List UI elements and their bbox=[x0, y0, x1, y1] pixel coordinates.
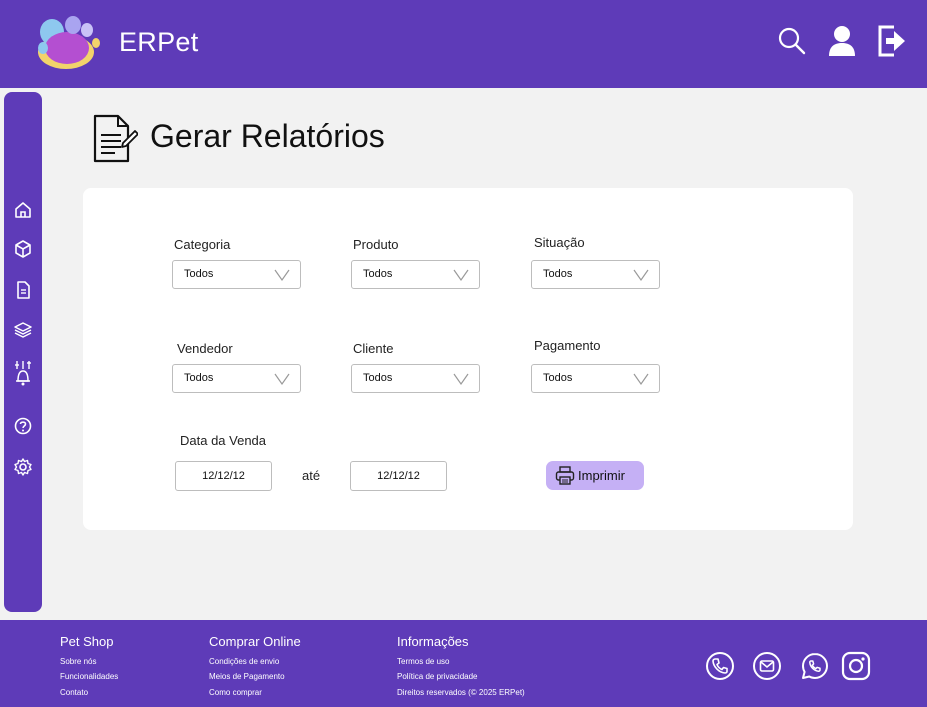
top-header: ERPet bbox=[0, 0, 927, 88]
logout-icon[interactable] bbox=[876, 24, 908, 58]
cliente-label: Cliente bbox=[353, 341, 394, 356]
print-button[interactable]: Imprimir bbox=[546, 461, 644, 490]
printer-icon bbox=[555, 466, 575, 485]
situacao-value: Todos bbox=[543, 268, 573, 280]
box-icon[interactable] bbox=[13, 239, 33, 259]
layers-icon[interactable] bbox=[13, 320, 33, 340]
pagamento-label: Pagamento bbox=[534, 338, 601, 353]
date-separator: até bbox=[302, 468, 321, 483]
page-title: Gerar Relatórios bbox=[150, 118, 385, 154]
footer-link-sobre[interactable]: Sobre nós bbox=[60, 657, 96, 666]
footer-link-privacidade[interactable]: Política de privacidade bbox=[397, 672, 478, 681]
brand-name: ERPet bbox=[119, 27, 199, 57]
footer-link-contato[interactable]: Contato bbox=[60, 688, 88, 697]
categoria-select[interactable]: Todos bbox=[172, 260, 301, 289]
data-venda-label: Data da Venda bbox=[180, 433, 267, 448]
home-icon[interactable] bbox=[13, 200, 33, 220]
produto-value: Todos bbox=[363, 268, 393, 280]
instagram-icon[interactable] bbox=[841, 651, 871, 681]
categoria-label: Categoria bbox=[174, 237, 231, 252]
date-from-input[interactable] bbox=[175, 461, 272, 491]
chevron-down-icon bbox=[633, 269, 649, 282]
categoria-value: Todos bbox=[184, 268, 214, 280]
vendedor-select[interactable]: Todos bbox=[172, 364, 301, 393]
pagamento-select[interactable]: Todos bbox=[531, 364, 660, 393]
erpet-logo[interactable] bbox=[32, 12, 104, 72]
settings-icon[interactable] bbox=[13, 457, 33, 477]
cliente-value: Todos bbox=[363, 372, 393, 384]
footer-copyright: Direitos reservados (© 2025 ERPet) bbox=[397, 688, 525, 697]
email-icon[interactable] bbox=[752, 651, 782, 681]
report-icon bbox=[90, 113, 139, 165]
chevron-down-icon bbox=[453, 373, 469, 386]
chevron-down-icon bbox=[633, 373, 649, 386]
bell-sliders-icon[interactable] bbox=[13, 360, 33, 386]
produto-select[interactable]: Todos bbox=[351, 260, 480, 289]
footer-link-condicoes[interactable]: Condições de envio bbox=[209, 657, 279, 666]
search-icon[interactable] bbox=[776, 24, 808, 58]
situacao-select[interactable]: Todos bbox=[531, 260, 660, 289]
footer-link-como-comprar[interactable]: Como comprar bbox=[209, 688, 262, 697]
whatsapp-icon[interactable] bbox=[800, 651, 830, 681]
user-icon[interactable] bbox=[826, 24, 858, 58]
footer-col-petshop-title: Pet Shop bbox=[60, 634, 114, 649]
footer-link-funcionalidades[interactable]: Funcionalidades bbox=[60, 672, 118, 681]
footer-col-info-title: Informações bbox=[397, 634, 469, 649]
chevron-down-icon bbox=[453, 269, 469, 282]
footer-link-pagamento[interactable]: Meios de Pagamento bbox=[209, 672, 285, 681]
pagamento-value: Todos bbox=[543, 372, 573, 384]
footer-link-termos[interactable]: Termos de uso bbox=[397, 657, 449, 666]
vendedor-value: Todos bbox=[184, 372, 214, 384]
phone-icon[interactable] bbox=[705, 651, 735, 681]
vendedor-label: Vendedor bbox=[177, 341, 233, 356]
sidebar bbox=[4, 92, 42, 612]
chevron-down-icon bbox=[274, 373, 290, 386]
chevron-down-icon bbox=[274, 269, 290, 282]
produto-label: Produto bbox=[353, 237, 399, 252]
document-icon[interactable] bbox=[13, 280, 33, 300]
situacao-label: Situação bbox=[534, 235, 585, 250]
help-icon[interactable] bbox=[13, 416, 33, 436]
footer-col-comprar-title: Comprar Online bbox=[209, 634, 301, 649]
print-button-label: Imprimir bbox=[578, 468, 625, 483]
cliente-select[interactable]: Todos bbox=[351, 364, 480, 393]
footer: Pet Shop Sobre nós Funcionalidades Conta… bbox=[0, 620, 927, 707]
date-to-input[interactable] bbox=[350, 461, 447, 491]
